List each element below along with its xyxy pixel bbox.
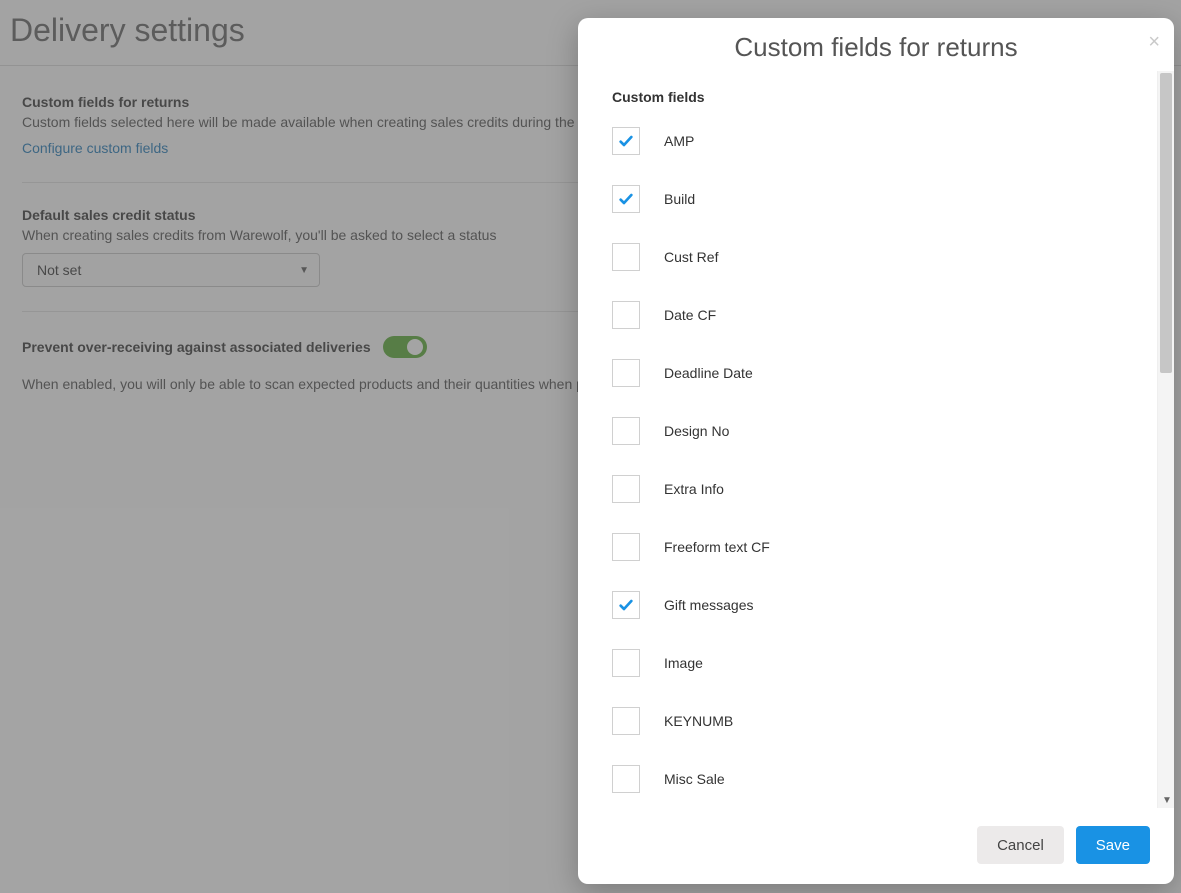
custom-fields-heading: Custom fields (612, 89, 1138, 105)
custom-field-checkbox[interactable] (612, 127, 640, 155)
custom-field-checkbox[interactable] (612, 765, 640, 793)
save-button[interactable]: Save (1076, 826, 1150, 864)
custom-field-item: KEYNUMB (612, 707, 1138, 735)
custom-field-item: Deadline Date (612, 359, 1138, 387)
custom-field-checkbox[interactable] (612, 417, 640, 445)
custom-field-checkbox[interactable] (612, 185, 640, 213)
custom-field-item: Build (612, 185, 1138, 213)
modal-body-wrap: Custom fields AMP Build Cust Ref Date CF Dea… (578, 71, 1174, 808)
custom-field-item: Extra Info (612, 475, 1138, 503)
custom-field-item: Date CF (612, 301, 1138, 329)
custom-field-item: Image (612, 649, 1138, 677)
cancel-button[interactable]: Cancel (977, 826, 1064, 864)
custom-field-label: Freeform text CF (664, 539, 770, 555)
custom-field-label: Image (664, 655, 703, 671)
custom-field-item: Design No (612, 417, 1138, 445)
custom-fields-list: AMP Build Cust Ref Date CF Deadline Date Desi… (612, 127, 1138, 793)
custom-field-label: Date CF (664, 307, 716, 323)
custom-field-label: Deadline Date (664, 365, 753, 381)
custom-field-item: Freeform text CF (612, 533, 1138, 561)
custom-field-checkbox[interactable] (612, 301, 640, 329)
custom-field-checkbox[interactable] (612, 533, 640, 561)
custom-field-label: Build (664, 191, 695, 207)
scrollbar[interactable]: ▼ (1157, 71, 1174, 808)
custom-field-checkbox[interactable] (612, 359, 640, 387)
custom-field-item: Gift messages (612, 591, 1138, 619)
custom-field-item: Cust Ref (612, 243, 1138, 271)
custom-field-label: KEYNUMB (664, 713, 733, 729)
custom-field-checkbox[interactable] (612, 591, 640, 619)
custom-field-item: Misc Sale (612, 765, 1138, 793)
custom-field-checkbox[interactable] (612, 707, 640, 735)
modal-header: Custom fields for returns × (578, 18, 1174, 71)
custom-field-checkbox[interactable] (612, 243, 640, 271)
scrollbar-thumb[interactable] (1160, 73, 1172, 373)
modal-title: Custom fields for returns (734, 32, 1017, 62)
custom-fields-modal: Custom fields for returns × Custom field… (578, 18, 1174, 884)
custom-field-label: Misc Sale (664, 771, 725, 787)
modal-footer: Cancel Save (578, 808, 1174, 884)
modal-body[interactable]: Custom fields AMP Build Cust Ref Date CF Dea… (578, 71, 1158, 808)
chevron-down-icon[interactable]: ▼ (1162, 795, 1172, 806)
custom-field-label: Cust Ref (664, 249, 718, 265)
custom-field-checkbox[interactable] (612, 475, 640, 503)
custom-field-label: Extra Info (664, 481, 724, 497)
custom-field-label: Design No (664, 423, 729, 439)
custom-field-label: AMP (664, 133, 694, 149)
custom-field-item: AMP (612, 127, 1138, 155)
custom-field-label: Gift messages (664, 597, 753, 613)
custom-field-checkbox[interactable] (612, 649, 640, 677)
close-icon[interactable]: × (1148, 32, 1160, 52)
